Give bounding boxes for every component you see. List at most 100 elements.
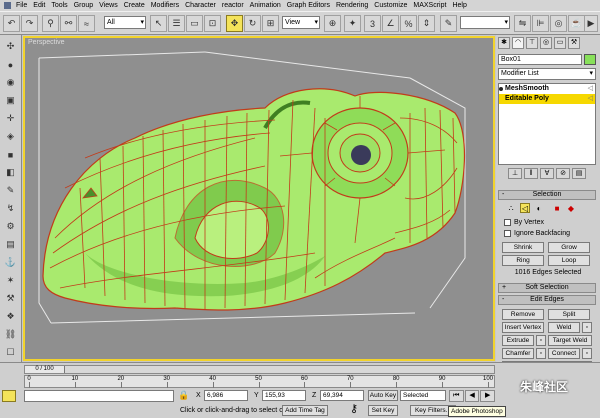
weld-settings-button[interactable]: ▫	[582, 322, 592, 333]
perspective-viewport[interactable]: Perspective	[23, 36, 495, 361]
rect-selection-region-icon[interactable]: ▭	[186, 15, 203, 32]
bone-icon[interactable]: ⚓	[2, 255, 19, 270]
named-selection-sets-dropdown[interactable]	[460, 16, 510, 29]
sphere-icon[interactable]: ●	[2, 57, 19, 72]
polygon-mode-icon[interactable]: ■	[552, 203, 562, 213]
align-icon[interactable]: ⊫	[532, 15, 549, 32]
menu-help[interactable]: Help	[449, 0, 469, 11]
motion-tab-icon[interactable]: ◎	[540, 37, 552, 49]
add-time-tag-button[interactable]: Add Time Tag	[282, 405, 328, 416]
y-coordinate-field[interactable]: 155,93	[262, 390, 306, 401]
render-icon[interactable]: ☐	[2, 345, 19, 360]
menu-views[interactable]: Views	[96, 0, 121, 11]
angle-snap-icon[interactable]: ∠	[382, 15, 399, 32]
reference-coordinate-dropdown[interactable]: View	[282, 16, 320, 29]
maxscript-listener-icon[interactable]	[2, 390, 16, 402]
key-icon[interactable]: ⚷	[344, 402, 364, 416]
menu-modifiers[interactable]: Modifiers	[148, 0, 182, 11]
connect-button[interactable]: Connect	[548, 348, 580, 359]
split-button[interactable]: Split	[548, 309, 590, 320]
menu-group[interactable]: Group	[71, 0, 96, 11]
object-name-field[interactable]: Box01	[498, 54, 582, 65]
time-slider-thumb[interactable]: 0 / 100	[25, 366, 65, 373]
gear-icon[interactable]: ⚙	[2, 219, 19, 234]
link-icon[interactable]: ⚲	[42, 15, 59, 32]
select-and-rotate-icon[interactable]: ↻	[244, 15, 261, 32]
menu-edit[interactable]: Edit	[30, 0, 48, 11]
hammer-icon[interactable]: ⚒	[2, 291, 19, 306]
grow-button[interactable]: Grow	[548, 242, 590, 253]
select-and-scale-icon[interactable]: ⊞	[262, 15, 279, 32]
undo-icon[interactable]: ↶	[3, 15, 20, 32]
named-selection-icon[interactable]: ✎	[440, 15, 457, 32]
weld-button[interactable]: Weld	[548, 322, 580, 333]
lightbulb-icon[interactable]	[499, 87, 503, 91]
track-bar[interactable]: 0 10 20 30 40 50 60 70 80 90 100	[24, 375, 495, 388]
viewport-label[interactable]: Perspective	[28, 39, 65, 46]
x-coordinate-field[interactable]: 6,986	[204, 390, 248, 401]
bend-icon[interactable]: ↯	[2, 201, 19, 216]
selection-filter-dropdown[interactable]: All	[104, 16, 146, 29]
show-end-result-icon[interactable]: ‖	[524, 168, 538, 179]
extrude-settings-button[interactable]: ▫	[536, 335, 546, 346]
modify-tab-icon[interactable]: ◠	[512, 37, 524, 49]
menu-rendering[interactable]: Rendering	[333, 0, 371, 11]
remove-button[interactable]: Remove	[502, 309, 544, 320]
select-and-move-icon[interactable]: ✥	[226, 15, 243, 32]
light-icon[interactable]: ◉	[2, 75, 19, 90]
menu-tools[interactable]: Tools	[48, 0, 70, 11]
remove-modifier-icon[interactable]: ⊘	[556, 168, 570, 179]
unlink-icon[interactable]: ⚯	[60, 15, 77, 32]
snap-toggle-icon[interactable]: 3	[364, 15, 381, 32]
menu-animation[interactable]: Animation	[247, 0, 284, 11]
by-vertex-checkbox[interactable]	[504, 219, 511, 226]
quick-render-icon[interactable]: ▶	[584, 15, 598, 32]
loop-button[interactable]: Loop	[548, 255, 590, 266]
connect-settings-button[interactable]: ▫	[582, 348, 592, 359]
element-mode-icon[interactable]: ◆	[566, 203, 576, 213]
object-color-swatch[interactable]	[584, 54, 596, 65]
modifier-list-dropdown[interactable]: Modifier List	[498, 68, 596, 80]
soft-selection-rollout-header[interactable]: + Soft Selection	[498, 283, 596, 293]
select-and-manipulate-icon[interactable]: ✦	[344, 15, 361, 32]
utilities-tab-icon[interactable]: ⚒	[568, 37, 580, 49]
cloth-icon[interactable]: ❖	[2, 309, 19, 324]
menu-create[interactable]: Create	[121, 0, 148, 11]
hierarchy-tab-icon[interactable]: ⊤	[526, 37, 538, 49]
helper-icon[interactable]: ✛	[2, 111, 19, 126]
link-chain-icon[interactable]: ⛓	[2, 327, 19, 342]
render-scene-icon[interactable]: ☕	[568, 15, 585, 32]
edge-mode-icon[interactable]: ◁	[520, 203, 530, 213]
material-editor-icon[interactable]: ◎	[550, 15, 567, 32]
modifier-icon[interactable]: ◧	[2, 165, 19, 180]
display-icon[interactable]: ▤	[2, 237, 19, 252]
menu-reactor[interactable]: reactor	[219, 0, 247, 11]
selection-rollout-header[interactable]: - Selection	[498, 190, 596, 200]
time-slider[interactable]: 0 / 100	[24, 365, 495, 374]
key-mode-dropdown[interactable]: Selected	[400, 390, 446, 401]
paint-icon[interactable]: ✎	[2, 183, 19, 198]
menu-graph-editors[interactable]: Graph Editors	[284, 0, 333, 11]
shrink-button[interactable]: Shrink	[502, 242, 544, 253]
menu-maxscript[interactable]: MAXScript	[410, 0, 449, 11]
spinner-snap-icon[interactable]: ⇕	[418, 15, 435, 32]
redo-icon[interactable]: ↷	[21, 15, 38, 32]
percent-snap-icon[interactable]: %	[400, 15, 417, 32]
menu-file[interactable]: File	[13, 0, 30, 11]
configure-sets-icon[interactable]: ▤	[572, 168, 586, 179]
auto-key-button[interactable]: Auto Key	[368, 390, 398, 401]
window-crossing-icon[interactable]: ⊡	[204, 15, 221, 32]
mirror-icon[interactable]: ⇋	[514, 15, 531, 32]
vertex-mode-icon[interactable]: ∴	[506, 203, 516, 213]
pin-stack-icon[interactable]: ⊥	[508, 168, 522, 179]
display-tab-icon[interactable]: ▭	[554, 37, 566, 49]
chamfer-button[interactable]: Chamfer	[502, 348, 534, 359]
box-icon[interactable]: ■	[2, 147, 19, 162]
previous-frame-icon[interactable]: ◀	[464, 390, 480, 402]
selection-lock-icon[interactable]: 🔒	[178, 390, 190, 402]
target-weld-button[interactable]: Target Weld	[548, 335, 592, 346]
ignore-backfacing-checkbox[interactable]	[504, 230, 511, 237]
bind-space-warp-icon[interactable]: ≈	[78, 15, 95, 32]
make-unique-icon[interactable]: ∀	[540, 168, 554, 179]
set-key-button[interactable]: Set Key	[368, 405, 398, 416]
